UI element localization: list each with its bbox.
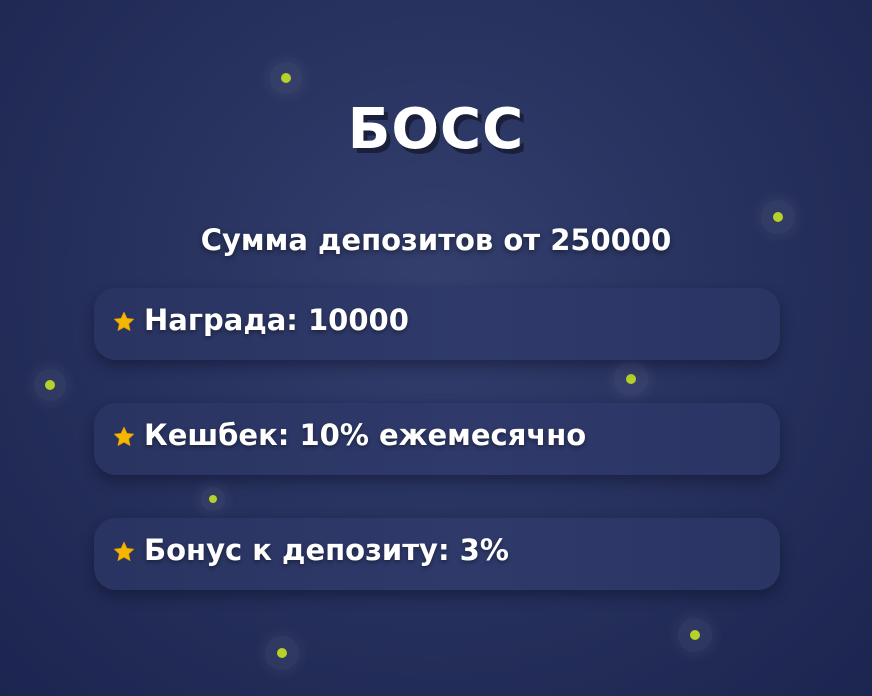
benefit-label: Кешбек: 10% ежемесячно xyxy=(144,418,587,452)
page-title: БОСС xyxy=(347,97,525,162)
deposit-requirement: Сумма депозитов от 250000 xyxy=(200,223,672,257)
glow-dot xyxy=(45,380,55,390)
glow-dot xyxy=(690,630,700,640)
benefit-label: Бонус к депозиту: 3% xyxy=(144,533,509,567)
benefit-card-reward: Награда: 10000 xyxy=(94,288,780,360)
star-icon xyxy=(114,311,134,331)
benefit-label: Награда: 10000 xyxy=(144,303,409,337)
glow-dot xyxy=(277,648,287,658)
glow-dot xyxy=(209,495,217,503)
benefit-card-cashback: Кешбек: 10% ежемесячно xyxy=(94,403,780,475)
star-icon xyxy=(114,426,134,446)
glow-dot xyxy=(626,374,636,384)
glow-dot xyxy=(281,73,291,83)
star-icon xyxy=(114,541,134,561)
benefit-card-deposit-bonus: Бонус к депозиту: 3% xyxy=(94,518,780,590)
